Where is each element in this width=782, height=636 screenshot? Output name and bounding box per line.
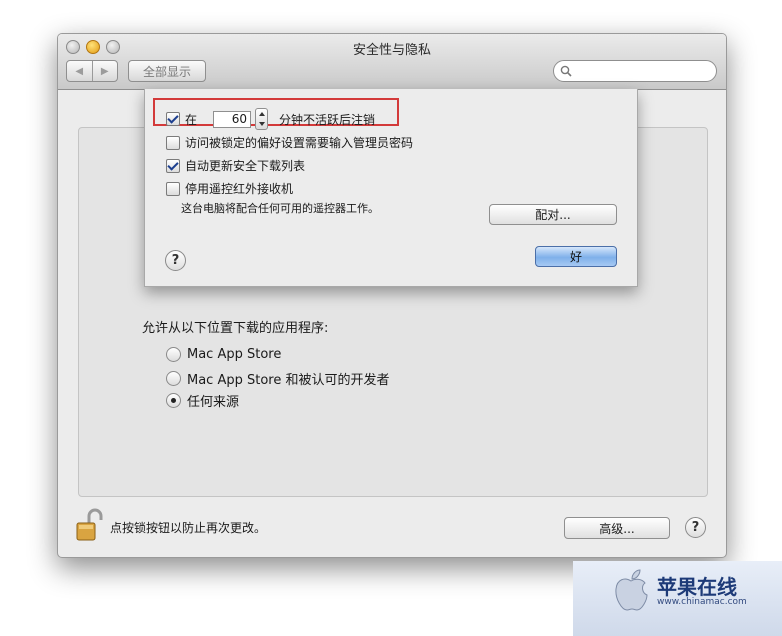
require-admin-checkbox[interactable] <box>166 135 180 150</box>
require-admin-label: 访问被锁定的偏好设置需要输入管理员密码 <box>185 136 414 150</box>
watermark-url: www.chinamac.com <box>657 597 747 607</box>
remote-note: 这台电脑将配合任何可用的遥控器工作。 <box>181 202 379 215</box>
sheet-help-button[interactable]: ? <box>165 250 186 271</box>
search-input[interactable] <box>553 60 717 82</box>
lock-hint-text: 点按锁按钮以防止再次更改。 <box>110 521 267 535</box>
ok-button[interactable]: 好 <box>535 246 617 267</box>
radio-anywhere[interactable]: 任何来源 <box>166 391 239 410</box>
help-button[interactable]: ? <box>685 517 706 538</box>
allow-downloads-label: 允许从以下位置下载的应用程序: <box>142 321 329 336</box>
lock-open-icon[interactable] <box>75 507 103 543</box>
apple-logo-icon <box>615 569 648 611</box>
pair-button[interactable]: 配对... <box>489 204 617 225</box>
logout-suffix: 分钟不活跃后注销 <box>279 112 376 127</box>
auto-update-label: 自动更新安全下载列表 <box>185 159 306 173</box>
radio-label: 任何来源 <box>187 395 240 410</box>
window-title: 安全性与隐私 <box>352 43 431 58</box>
logout-prefix: 在 <box>185 112 198 127</box>
disable-ir-label: 停用遥控红外接收机 <box>185 182 294 196</box>
titlebar: 安全性与隐私 ◀ ▶ 全部显示 <box>58 34 726 90</box>
forward-arrow-icon[interactable]: ▶ <box>91 61 118 81</box>
radio-button[interactable] <box>166 347 181 362</box>
back-arrow-icon[interactable]: ◀ <box>67 61 92 81</box>
logout-checkbox[interactable] <box>166 112 180 126</box>
radio-mac-app-store[interactable]: Mac App Store <box>166 347 281 362</box>
minutes-stepper[interactable] <box>255 108 269 130</box>
watermark-title: 苹果在线 <box>657 575 737 599</box>
require-admin-row[interactable]: 访问被锁定的偏好设置需要输入管理员密码 <box>166 134 413 151</box>
radio-label: Mac App Store <box>187 347 282 362</box>
back-forward-control[interactable]: ◀ ▶ <box>66 60 118 82</box>
radio-identified-developers[interactable]: Mac App Store 和被认可的开发者 <box>166 369 389 388</box>
radio-button[interactable] <box>166 393 181 408</box>
logout-after-row[interactable]: 在 60 分钟不活跃后注销 <box>166 108 375 130</box>
advanced-sheet: 在 60 分钟不活跃后注销 访问被锁定的偏好设置需要输入管理员密码 自动更新安全… <box>144 89 638 287</box>
auto-update-row[interactable]: 自动更新安全下载列表 <box>166 157 305 174</box>
disable-ir-row[interactable]: 停用遥控红外接收机 <box>166 180 293 197</box>
minutes-field[interactable]: 60 <box>213 110 252 128</box>
watermark: 苹果在线 www.chinamac.com <box>573 561 782 636</box>
magnifier-icon <box>560 65 572 77</box>
show-all-button[interactable]: 全部显示 <box>128 60 206 82</box>
radio-label: Mac App Store 和被认可的开发者 <box>187 373 390 388</box>
disable-ir-checkbox[interactable] <box>166 181 180 196</box>
advanced-button[interactable]: 高级... <box>564 517 670 539</box>
radio-button[interactable] <box>166 371 181 386</box>
auto-update-checkbox[interactable] <box>166 158 180 173</box>
